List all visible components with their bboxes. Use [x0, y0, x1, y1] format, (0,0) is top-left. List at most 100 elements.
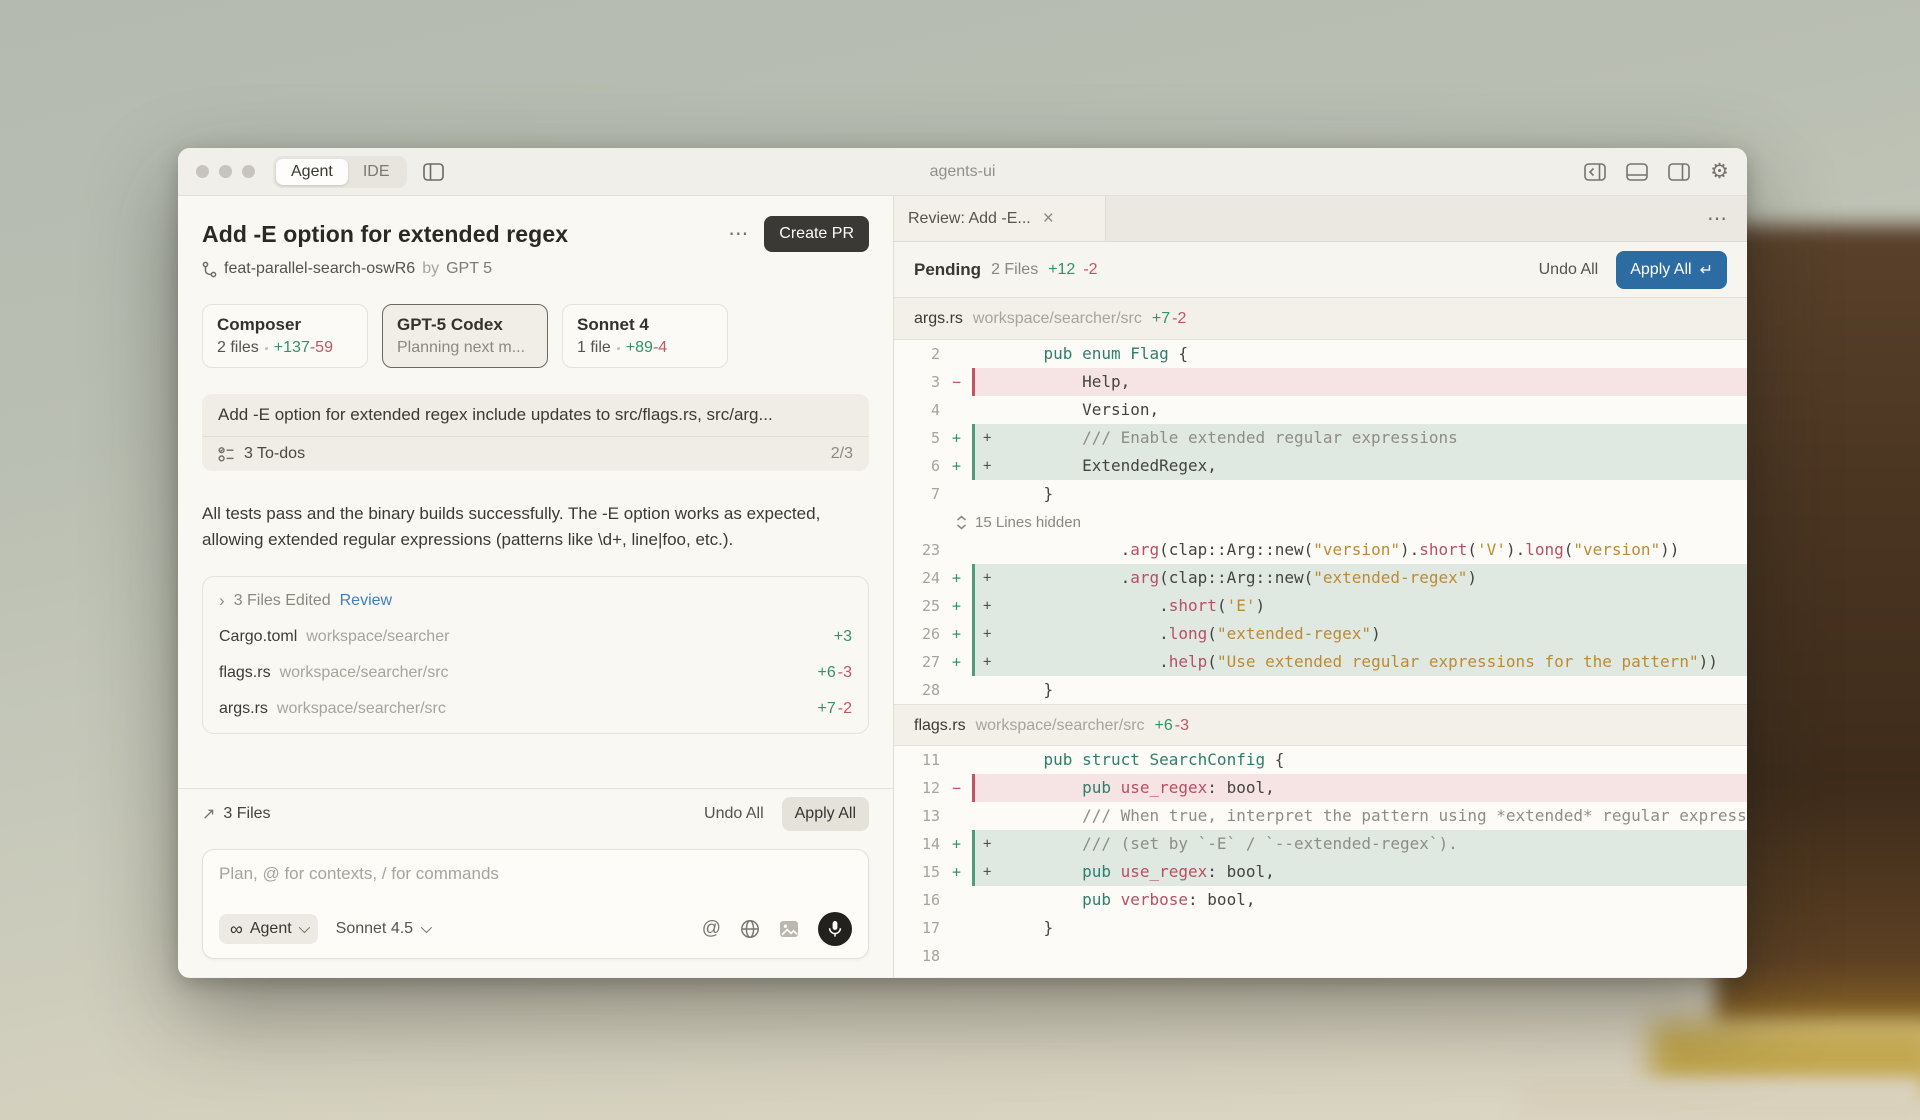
line-change-marker: −	[952, 774, 972, 802]
model-card[interactable]: GPT-5 CodexPlanning next m...	[382, 304, 548, 368]
files-bar: ↗ 3 Files Undo All Apply All	[178, 788, 893, 839]
model-card-stats: Planning next m...	[397, 339, 533, 357]
code-token: ))	[1660, 540, 1679, 559]
code-token: 'V'	[1477, 540, 1506, 559]
panel-left-collapse-icon[interactable]	[1584, 163, 1606, 181]
tabbar-more-button[interactable]: ⋯	[1687, 206, 1747, 231]
sidebar-toggle-icon[interactable]	[423, 163, 444, 181]
diff-line: 13 /// When true, interpret the pattern …	[894, 802, 1747, 830]
diff-area[interactable]: args.rsworkspace/searcher/src+7-22 pub e…	[894, 298, 1747, 977]
line-number: 2	[894, 340, 952, 368]
diff-file-diffstat: +6-3	[1155, 705, 1189, 747]
line-change-marker	[952, 480, 972, 508]
inline-plus-marker: +	[983, 836, 991, 852]
line-number: 5	[894, 424, 952, 452]
gear-icon[interactable]: ⚙	[1710, 161, 1729, 182]
hidden-lines-expander[interactable]: 15 Lines hidden	[894, 508, 1747, 536]
line-number: 17	[894, 914, 952, 942]
close-window-button[interactable]	[196, 165, 209, 178]
code-token: verbose	[1121, 890, 1188, 909]
panel-bottom-icon[interactable]	[1626, 163, 1648, 181]
undo-all-button[interactable]: Undo All	[704, 805, 764, 823]
model-card[interactable]: Composer2 files+137-59	[202, 304, 368, 368]
line-content: + .short('E')	[972, 592, 1747, 620]
line-content: }	[972, 676, 1747, 704]
code-token: (	[1217, 596, 1227, 615]
diff-line: 11 pub struct SearchConfig {	[894, 746, 1747, 774]
task-box[interactable]: Add -E option for extended regex include…	[202, 394, 869, 471]
external-arrow-icon: ↗	[202, 804, 215, 824]
agent-mode-dropdown[interactable]: ∞ Agent	[219, 914, 318, 944]
app-window: AgentIDE agents-ui	[178, 148, 1747, 978]
mode-tab-ide[interactable]: IDE	[348, 159, 405, 185]
mention-icon[interactable]: @	[702, 918, 721, 940]
code-text: /// When true, interpret the pattern usi…	[972, 802, 1747, 830]
line-change-marker	[952, 396, 972, 424]
diff-file-name: args.rs	[914, 298, 963, 340]
expand-lines-icon	[956, 515, 967, 530]
code-token: (	[1207, 624, 1217, 643]
line-content: + .long("extended-regex")	[972, 620, 1747, 648]
line-number: 24	[894, 564, 952, 592]
inline-plus-marker: +	[983, 654, 991, 670]
todos-progress: 2/3	[831, 445, 853, 463]
minimize-window-button[interactable]	[219, 165, 232, 178]
review-undo-all-button[interactable]: Undo All	[1539, 261, 1599, 279]
review-link[interactable]: Review	[340, 592, 392, 610]
diff-file-header[interactable]: args.rsworkspace/searcher/src+7-2	[894, 298, 1747, 340]
microphone-button[interactable]	[818, 912, 852, 946]
code-token: pub	[1005, 862, 1121, 881]
diff-line: 18	[894, 942, 1747, 970]
model-card[interactable]: Sonnet 41 file+89-4	[562, 304, 728, 368]
edited-file-row[interactable]: args.rsworkspace/searcher/src+7-2	[203, 691, 868, 727]
image-icon[interactable]	[779, 920, 799, 938]
zoom-window-button[interactable]	[242, 165, 255, 178]
more-options-button[interactable]: ⋯	[728, 224, 748, 244]
apply-all-label: Apply All	[1630, 261, 1691, 279]
removed-count: -2	[1172, 298, 1186, 340]
todos-label: 3 To-dos	[244, 445, 305, 463]
apply-all-button[interactable]: Apply All	[782, 797, 869, 831]
review-tab[interactable]: Review: Add -E... ×	[894, 196, 1106, 241]
diff-file-header[interactable]: flags.rsworkspace/searcher/src+6-3	[894, 704, 1747, 746]
code-token: "extended-regex"	[1217, 624, 1371, 643]
globe-icon[interactable]	[740, 919, 760, 939]
branch-name[interactable]: feat-parallel-search-oswR6	[224, 260, 415, 278]
line-content: Help,	[972, 368, 1747, 396]
panel-right-icon[interactable]	[1668, 163, 1690, 181]
added-count: +6	[1155, 705, 1173, 747]
files-bar-label[interactable]: 3 Files	[223, 805, 270, 823]
edited-file-row[interactable]: Cargo.tomlworkspace/searcher+3	[203, 619, 868, 655]
model-card-diffstat: +137-59	[274, 339, 333, 357]
review-tabbar: Review: Add -E... × ⋯	[894, 196, 1747, 242]
line-content: + /// (set by `-E` / `--extended-regex`)…	[972, 830, 1747, 858]
edited-file-row[interactable]: flags.rsworkspace/searcher/src+6-3	[203, 655, 868, 691]
line-number: 25	[894, 592, 952, 620]
review-apply-all-button[interactable]: Apply All ↵	[1616, 251, 1727, 289]
line-content: + ExtendedRegex,	[972, 452, 1747, 480]
model-dropdown[interactable]: Sonnet 4.5	[336, 920, 429, 938]
line-content: + .arg(clap::Arg::new("extended-regex")	[972, 564, 1747, 592]
line-change-marker: +	[952, 452, 972, 480]
mode-tab-agent[interactable]: Agent	[276, 159, 348, 185]
author-model: GPT 5	[446, 260, 492, 278]
composer-input[interactable]: Plan, @ for contexts, / for commands	[219, 864, 852, 884]
traffic-lights[interactable]	[196, 165, 255, 178]
code-token: ExtendedRegex,	[1005, 456, 1217, 475]
line-content: + pub use_regex: bool,	[972, 858, 1747, 886]
code-token: short	[1169, 596, 1217, 615]
added-count: +6	[818, 664, 836, 682]
files-edited-header[interactable]: › 3 Files Edited Review	[203, 583, 868, 619]
diff-file-diffstat: +7-2	[1152, 298, 1186, 340]
line-content: /// When true, interpret the pattern usi…	[972, 802, 1747, 830]
code-token: : bool,	[1207, 778, 1274, 797]
composer-card[interactable]: Plan, @ for contexts, / for commands ∞ A…	[202, 849, 869, 959]
review-tab-label: Review: Add -E...	[908, 210, 1031, 228]
create-pr-button[interactable]: Create PR	[764, 216, 869, 252]
diff-line: 6++ ExtendedRegex,	[894, 452, 1747, 480]
close-icon[interactable]: ×	[1043, 209, 1054, 228]
diff-line: 27++ .help("Use extended regular express…	[894, 648, 1747, 676]
code-text: /// Enable extended regular expressions	[975, 424, 1458, 452]
inline-plus-marker: +	[983, 598, 991, 614]
code-token: ))	[1699, 652, 1718, 671]
